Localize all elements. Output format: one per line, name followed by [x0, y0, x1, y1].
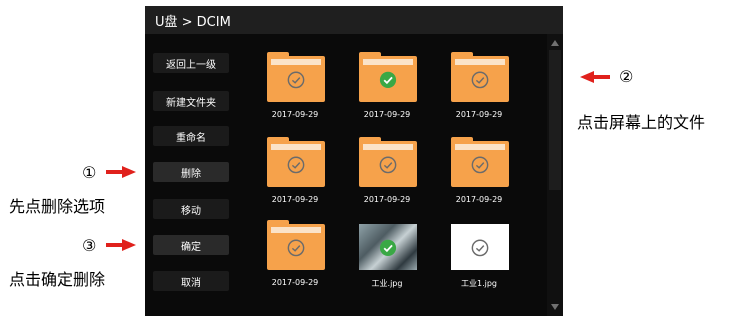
confirm-button-label: 确定 [181, 241, 201, 253]
unchecked-circle-icon [471, 156, 489, 174]
unchecked-circle-icon [471, 239, 489, 257]
file-item[interactable]: 2017-09-29 [245, 137, 335, 221]
step-2-number: ② [619, 67, 634, 86]
file-name: 工业.jpg [371, 279, 403, 288]
folder-icon [267, 137, 325, 187]
unchecked-circle-icon [287, 156, 305, 174]
unchecked-circle-icon [379, 156, 397, 174]
new-folder-button[interactable]: 新建文件夹 [153, 91, 229, 111]
file-name: 2017-09-29 [271, 110, 319, 119]
file-name: 工业1.jpg [460, 279, 497, 288]
step-3-text: 点击确定删除 [9, 270, 106, 289]
confirm-button[interactable]: 确定 [153, 235, 229, 255]
file-item[interactable]: 2017-09-29 [337, 52, 427, 136]
folder-icon [267, 220, 325, 270]
file-item[interactable]: 2017-09-29 [245, 220, 335, 304]
breadcrumb-path: U盘 > DCIM [155, 14, 231, 30]
file-name: 2017-09-29 [271, 278, 319, 287]
file-item[interactable]: 2017-09-29 [429, 52, 519, 136]
file-item[interactable]: 工业.jpg [337, 224, 427, 304]
rename-button-label: 重命名 [176, 132, 206, 144]
back-button[interactable]: 返回上一级 [153, 53, 229, 73]
scroll-up-icon[interactable] [551, 40, 559, 46]
step-1-number: ① [82, 163, 97, 182]
file-item[interactable]: 2017-09-29 [245, 52, 335, 136]
folder-icon [451, 52, 509, 102]
arrow-right-icon [106, 239, 136, 251]
folder-icon [359, 137, 417, 187]
file-item[interactable]: 2017-09-29 [337, 137, 427, 221]
scroll-down-icon[interactable] [551, 304, 559, 310]
file-item[interactable]: 工业1.jpg [429, 224, 519, 304]
move-button-label: 移动 [181, 205, 201, 217]
folder-icon [267, 52, 325, 102]
cancel-button[interactable]: 取消 [153, 271, 229, 291]
file-name: 2017-09-29 [271, 195, 319, 204]
step-2-text: 点击屏幕上的文件 [577, 113, 706, 132]
folder-icon [359, 52, 417, 102]
file-name: 2017-09-29 [455, 195, 503, 204]
cancel-button-label: 取消 [181, 277, 201, 289]
new-folder-button-label: 新建文件夹 [166, 97, 216, 109]
rename-button[interactable]: 重命名 [153, 126, 229, 146]
delete-button[interactable]: 删除 [153, 162, 229, 182]
file-item[interactable]: 2017-09-29 [429, 137, 519, 221]
checked-circle-icon [379, 71, 397, 88]
unchecked-circle-icon [287, 239, 305, 257]
file-name: 2017-09-29 [363, 195, 411, 204]
move-button[interactable]: 移动 [153, 199, 229, 219]
back-button-label: 返回上一级 [166, 59, 216, 71]
unchecked-circle-icon [287, 71, 305, 89]
step-3-number: ③ [82, 236, 97, 255]
breadcrumb: U盘 > DCIM [145, 6, 563, 34]
step-1-text: 先点删除选项 [9, 197, 106, 216]
image-thumbnail [451, 224, 509, 270]
file-browser-screen: U盘 > DCIM 返回上一级 新建文件夹 重命名 删除 移动 确定 取消 20… [145, 6, 563, 316]
file-name: 2017-09-29 [455, 110, 503, 119]
delete-button-label: 删除 [181, 168, 201, 180]
unchecked-circle-icon [471, 71, 489, 89]
checked-circle-icon [379, 239, 397, 256]
arrow-right-icon [106, 166, 136, 178]
file-name: 2017-09-29 [363, 110, 411, 119]
scroll-thumb[interactable] [549, 50, 561, 190]
image-thumbnail [359, 224, 417, 270]
vertical-scrollbar[interactable] [547, 34, 563, 316]
folder-icon [451, 137, 509, 187]
arrow-left-icon [580, 71, 610, 83]
